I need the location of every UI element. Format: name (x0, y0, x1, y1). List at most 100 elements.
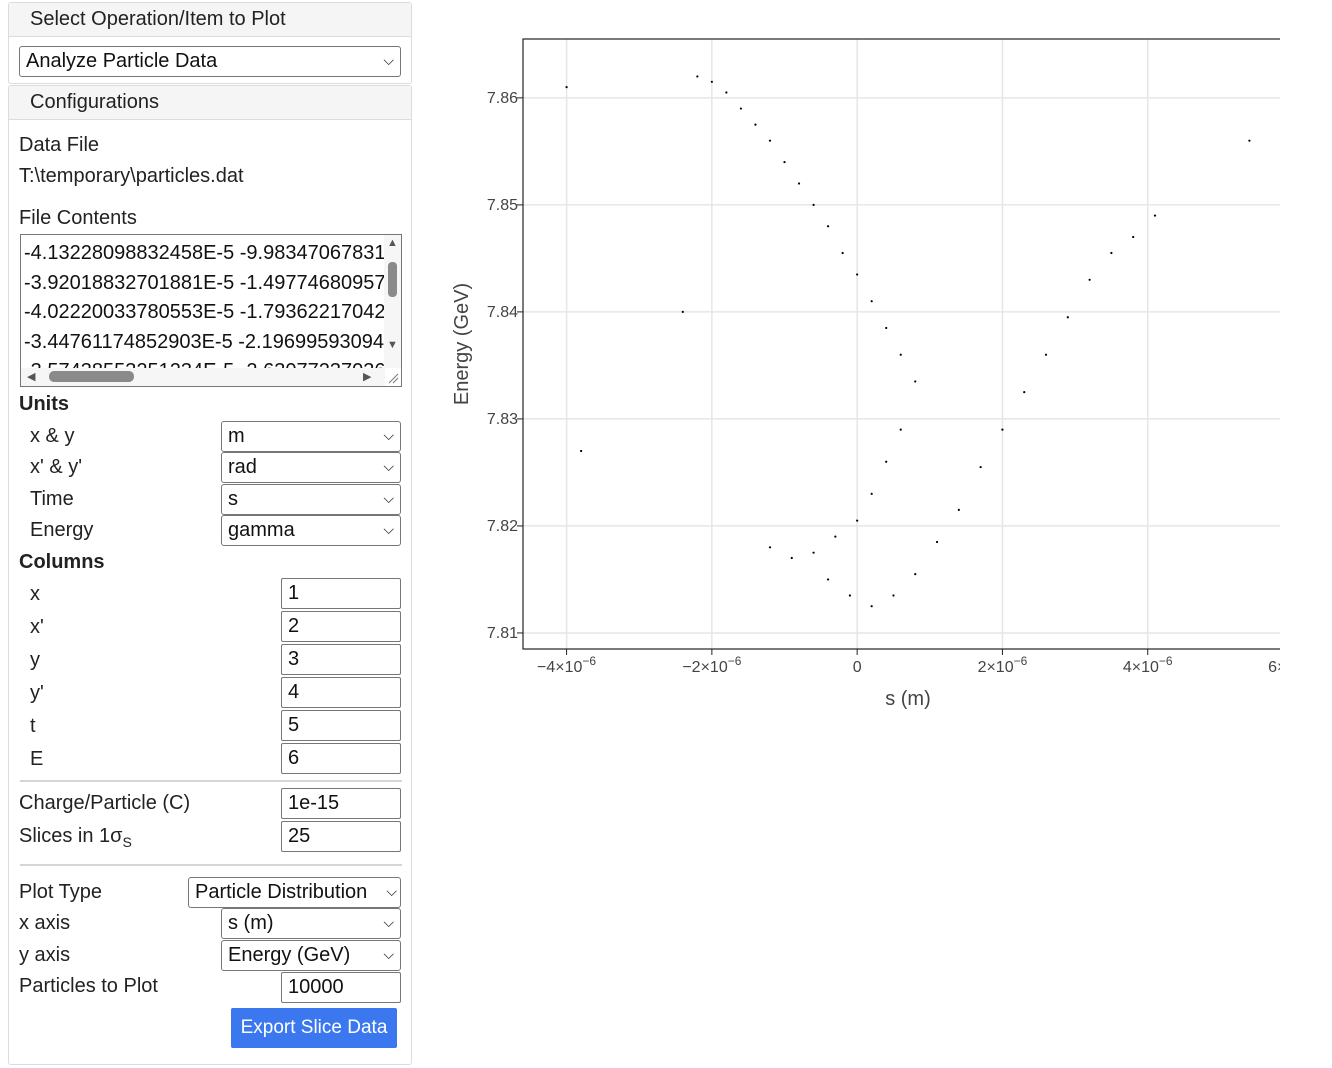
unit-energy-select[interactable]: gamma ⌵ (221, 515, 401, 546)
units-heading: Units (19, 393, 69, 415)
scatter-point (790, 556, 793, 560)
arrow-left-icon[interactable]: ◀ (27, 370, 35, 383)
vertical-scrollbar[interactable]: ▲ ▼ (384, 235, 401, 368)
file-line: -3.92018832701881E-5 -1.49774680957 (24, 271, 386, 294)
data-file-path: T:\temporary\particles.dat (19, 165, 244, 187)
operation-panel: Select Operation/Item to Plot Analyze Pa… (8, 2, 412, 84)
scatter-point (739, 107, 743, 110)
column-x-input[interactable]: 1 (281, 578, 401, 609)
plot-type-label: Plot Type (19, 881, 103, 903)
chevron-down-icon: ⌵ (383, 914, 394, 930)
file-line: -3.44761174852903E-5 -2.19699593094 (24, 330, 384, 353)
scatter-point (856, 273, 859, 276)
arrow-up-icon[interactable]: ▲ (387, 237, 398, 249)
unit-xy-select[interactable]: m ⌵ (221, 421, 401, 452)
scatter-point (812, 203, 815, 206)
scatter-point (1088, 278, 1091, 281)
scatter-point (1066, 316, 1069, 319)
scatter-point (870, 605, 873, 608)
scatter-point (826, 578, 830, 581)
charge-label: Charge/Particle (C) (19, 792, 191, 814)
charge-input[interactable]: 1e-15 (281, 788, 401, 819)
plot-type-select[interactable]: Particle Distribution ⌵ (188, 877, 401, 908)
data-file-label: Data File (19, 134, 100, 156)
y-tick-label: 7.84 (487, 304, 518, 321)
scatter-point (935, 540, 939, 544)
column-label: x' (30, 616, 44, 638)
column-label: y' (30, 682, 44, 704)
scatter-point (768, 139, 772, 142)
y-tick-label: 7.83 (487, 411, 518, 428)
y-tick-label: 7.82 (487, 518, 518, 535)
particles-input[interactable]: 10000 (281, 972, 401, 1003)
file-contents-textarea[interactable]: -4.13228098832458E-5 -9.98347067831 -3.9… (20, 234, 402, 387)
scatter-point (841, 251, 844, 255)
x-tick-label: −4×10−6 (537, 654, 596, 676)
x-axis-label: x axis (19, 912, 71, 934)
horizontal-scrollbar[interactable]: ◀ ▶ (21, 368, 385, 386)
divider (20, 864, 402, 866)
divider (20, 780, 402, 782)
y-axis-value: Energy (GeV) (228, 944, 351, 966)
horizontal-scroll-thumb[interactable] (49, 371, 134, 382)
arrow-right-icon[interactable]: ▶ (363, 370, 371, 383)
export-slice-data-button[interactable]: Export Slice Data (231, 1008, 397, 1048)
unit-time-select[interactable]: s ⌵ (221, 484, 401, 515)
x-tick-label: −2×10−6 (682, 654, 741, 676)
chevron-down-icon: ⌵ (383, 52, 394, 68)
chevron-down-icon: ⌵ (383, 490, 394, 506)
resize-grip-icon[interactable] (387, 372, 399, 384)
scatter-point (797, 182, 801, 185)
scatter-point (979, 465, 982, 469)
scatter-point (1248, 139, 1251, 142)
columns-heading: Columns (19, 551, 105, 573)
x-axis-title: s (m) (885, 688, 931, 710)
unit-label: Time (30, 488, 74, 510)
unit-xpyp-value: rad (228, 456, 257, 478)
y-axis-select[interactable]: Energy (GeV) ⌵ (221, 940, 401, 971)
column-t-input[interactable]: 5 (281, 710, 401, 741)
unit-label: x' & y' (30, 456, 83, 478)
chevron-down-icon: ⌵ (383, 458, 394, 474)
scatter-point (899, 353, 902, 356)
configurations-panel: Configurations Data File T:\temporary\pa… (8, 85, 412, 1065)
arrow-down-icon[interactable]: ▼ (387, 339, 398, 351)
scatter-point (957, 508, 960, 511)
y-tick-label: 7.81 (487, 625, 518, 642)
y-axis-title: Energy (GeV) (451, 283, 473, 405)
file-contents-label: File Contents (19, 207, 137, 229)
unit-energy-value: gamma (228, 519, 295, 541)
operation-select-value: Analyze Particle Data (26, 50, 218, 72)
scatter-point (1153, 214, 1157, 217)
plot-grid (523, 39, 1280, 649)
scatter-point (681, 310, 684, 313)
slices-label-sub: S (122, 834, 132, 850)
chevron-down-icon: ⌵ (383, 427, 394, 443)
scatter-point (783, 160, 786, 164)
configurations-header: Configurations (9, 86, 411, 120)
chevron-down-icon: ⌵ (383, 946, 394, 962)
column-label: x (30, 583, 40, 605)
column-e-input[interactable]: 6 (281, 743, 401, 774)
plot-ticks: −4×10−6 −2×10−6 0 2×10−6 4×10−6 6×10−6 7.81 7.8… (487, 90, 1280, 676)
file-line: -4.13228098832458E-5 -9.98347067831 (24, 242, 386, 264)
y-tick-label: 7.86 (487, 90, 518, 107)
scatter-point (696, 75, 699, 78)
scatter-point (826, 225, 830, 228)
file-contents-lines: -4.13228098832458E-5 -9.98347067831 -3.9… (24, 239, 386, 386)
scatter-point (754, 123, 757, 126)
column-yp-input[interactable]: 4 (281, 677, 401, 708)
column-y-input[interactable]: 3 (281, 644, 401, 675)
chevron-down-icon: ⌵ (383, 521, 394, 537)
column-label: t (30, 715, 36, 737)
slices-label-text: Slices in 1σ (19, 825, 123, 847)
x-tick-label: 4×10−6 (1123, 654, 1173, 676)
x-tick-label: 2×10−6 (978, 654, 1028, 676)
vertical-scroll-thumb[interactable] (388, 262, 397, 297)
slices-input[interactable]: 25 (281, 821, 401, 852)
unit-label: Energy (30, 519, 94, 541)
x-axis-select[interactable]: s (m) ⌵ (221, 908, 401, 939)
operation-select[interactable]: Analyze Particle Data ⌵ (19, 46, 401, 77)
unit-xpyp-select[interactable]: rad ⌵ (221, 452, 401, 483)
column-xp-input[interactable]: 2 (281, 611, 401, 642)
